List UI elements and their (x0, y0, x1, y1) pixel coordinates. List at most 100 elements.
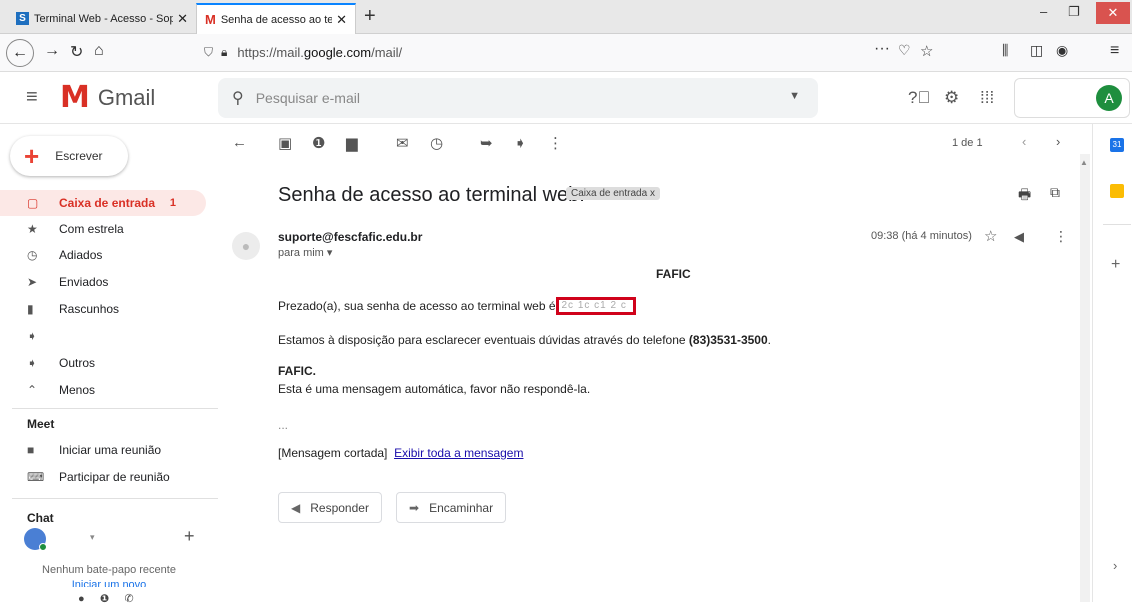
person-icon[interactable]: ● (78, 593, 85, 605)
inbox-label-chip[interactable]: Caixa de entrada x (566, 187, 660, 200)
url-bar[interactable]: ⛉ 🔒︎ https://mail.google.com/mail/ (196, 38, 916, 67)
url-suffix: /mail/ (371, 45, 403, 60)
password-line-text: Prezado(a), sua senha de acesso ao termi… (278, 299, 556, 314)
keep-icon[interactable] (1110, 184, 1124, 198)
move-to-icon[interactable]: ➥ (480, 134, 493, 152)
star-icon[interactable]: ☆ (984, 227, 997, 245)
search-input[interactable]: Pesquisar e-mail (256, 90, 360, 106)
sidebar-item-snoozed[interactable]: ◷ Adiados (0, 242, 206, 268)
expand-panel-icon[interactable]: › (1113, 558, 1117, 573)
tab-title: Terminal Web - Acesso - Soph (34, 12, 174, 25)
menu-icon[interactable]: ≡ (1110, 42, 1119, 60)
browser-tab-active[interactable]: M Senha de acesso ao terminal w ✕ (196, 3, 356, 34)
main-menu-icon[interactable]: ≡ (26, 86, 38, 109)
hangouts-icon[interactable]: ❶ (100, 593, 109, 605)
search-box[interactable]: ⚲ Pesquisar e-mail ▼ (218, 78, 818, 118)
sidebar-item-label: Enviados (59, 275, 109, 289)
sidebar-item-sent[interactable]: ➤ Enviados (0, 269, 206, 295)
settings-icon[interactable]: ⚙ (944, 88, 959, 108)
meet-join-meeting[interactable]: ⌨ Participar de reunião (0, 464, 206, 490)
shield-icon[interactable]: ⛉ (204, 45, 213, 60)
url-prefix: https://mail. (237, 45, 304, 60)
message-toolbar: ← ▣ ❶ ▆ ✉ ◷ ➥ ➧ ⋮ 1 de 1 ‹ › (218, 124, 1088, 164)
back-button[interactable]: ← (6, 39, 34, 67)
home-button[interactable]: ⌂ (94, 42, 104, 60)
report-spam-icon[interactable]: ❶ (312, 134, 325, 152)
archive-icon[interactable]: ▣ (278, 134, 292, 152)
more-vert-icon[interactable]: ⋮ (548, 134, 563, 152)
close-tab-icon[interactable]: ✕ (177, 11, 188, 27)
side-panel: 31 + › (1092, 124, 1132, 602)
search-options-icon[interactable]: ▼ (789, 90, 800, 102)
delete-icon[interactable]: ▆ (346, 134, 358, 152)
bookmark-star-icon[interactable]: ☆ (920, 42, 933, 60)
avatar[interactable]: A (1096, 85, 1122, 111)
sidebar-item-outros[interactable]: ➧ Outros (0, 350, 206, 376)
forward-button[interactable]: → (44, 42, 60, 60)
chat-user-row[interactable]: ▾ + (24, 526, 204, 552)
window-close-button[interactable]: ✕ (1096, 2, 1130, 24)
reply-button[interactable]: ◀ Responder (278, 492, 382, 523)
start-chat-link[interactable]: Iniciar um novo (0, 579, 218, 587)
newer-icon[interactable]: ‹ (1022, 134, 1026, 149)
print-icon[interactable]: 🖶︎ (1018, 184, 1031, 208)
scroll-up-icon[interactable]: ▲ (1080, 158, 1088, 167)
meet-new-meeting[interactable]: ■ Iniciar uma reunião (0, 437, 206, 463)
scrollbar[interactable] (1080, 154, 1090, 602)
reply-label: Responder (310, 500, 369, 515)
meet-title: Meet (27, 417, 55, 431)
browser-tab-bar: S Terminal Web - Acesso - Soph ✕ M Senha… (0, 0, 1132, 34)
view-entire-message-link[interactable]: Exibir toda a mensagem (394, 446, 523, 460)
phone-icon[interactable]: ✆ (125, 593, 134, 605)
reload-button[interactable]: ↻ (70, 42, 83, 62)
help-icon[interactable]: ?⃝ (908, 88, 930, 108)
older-icon[interactable]: › (1056, 134, 1060, 149)
label-icon[interactable]: ➧ (514, 134, 527, 152)
sidebar-item-inbox[interactable]: ▢ Caixa de entrada 1 (0, 190, 206, 216)
reply-icon[interactable]: ◀ (1014, 229, 1024, 245)
calendar-icon[interactable]: 31 (1110, 138, 1124, 152)
pager-text: 1 de 1 (952, 137, 983, 149)
trimmed-content-icon[interactable]: ... (278, 418, 288, 432)
library-icon[interactable]: ⫼ (1002, 42, 1008, 59)
forward-button[interactable]: ➡ Encaminhar (396, 492, 507, 523)
minimize-icon[interactable]: – (1040, 4, 1047, 19)
page-actions-icon[interactable]: ··· (874, 40, 890, 58)
browser-tab[interactable]: S Terminal Web - Acesso - Soph ✕ (8, 3, 196, 34)
sidebar-item-starred[interactable]: ★ Com estrela (0, 216, 206, 242)
sender-avatar-icon: ● (232, 232, 260, 260)
close-tab-icon[interactable]: ✕ (336, 12, 347, 28)
get-addons-icon[interactable]: + (1111, 256, 1120, 274)
compose-button[interactable]: + Escrever (10, 136, 128, 176)
back-arrow-icon[interactable]: ← (232, 134, 247, 151)
sidebar-item-less[interactable]: ⌃ Menos (0, 377, 206, 403)
forward-icon: ➡ (409, 500, 420, 515)
phone-number: (83)3531-3500 (688, 333, 768, 347)
clipped-message-line: [Mensagem cortada] Exibir toda a mensage… (278, 446, 523, 460)
sidebar-icon[interactable]: ◫ (1030, 42, 1043, 59)
search-icon[interactable]: ⚲ (232, 88, 244, 108)
gmail-logo[interactable]: M Gmail (60, 80, 155, 115)
recipient-details[interactable]: para mim ▾ (278, 246, 332, 259)
account-icon[interactable]: ◉ (1056, 42, 1068, 59)
more-vert-icon[interactable]: ⋮ (1054, 228, 1068, 245)
chat-title: Chat (27, 511, 54, 525)
sidebar-item-label-unnamed[interactable]: ➧ (0, 323, 206, 349)
new-chat-button[interactable]: + (184, 526, 195, 547)
pocket-icon[interactable]: ♡ (898, 42, 911, 59)
forward-label: Encaminhar (429, 500, 494, 515)
url-domain: google.com (303, 45, 372, 60)
message-signature: FAFIC. (278, 364, 316, 378)
status-caret-icon[interactable]: ▾ (90, 532, 95, 543)
sidebar-item-drafts[interactable]: ▮ Rascunhos (0, 296, 206, 322)
snooze-icon[interactable]: ◷ (430, 134, 443, 152)
mark-unread-icon[interactable]: ✉ (396, 134, 409, 152)
new-tab-button[interactable]: + (364, 5, 376, 28)
apps-grid-icon[interactable]: ⁞⁞⁞ (980, 88, 994, 108)
restore-icon[interactable]: ❐ (1068, 4, 1080, 20)
open-new-window-icon[interactable]: ⧉ (1050, 184, 1060, 201)
sender-email[interactable]: suporte@fescfafic.edu.br (278, 230, 422, 244)
divider (12, 408, 218, 409)
gmail-wordmark: Gmail (97, 84, 156, 110)
message-line-password: Prezado(a), sua senha de acesso ao termi… (278, 297, 636, 316)
